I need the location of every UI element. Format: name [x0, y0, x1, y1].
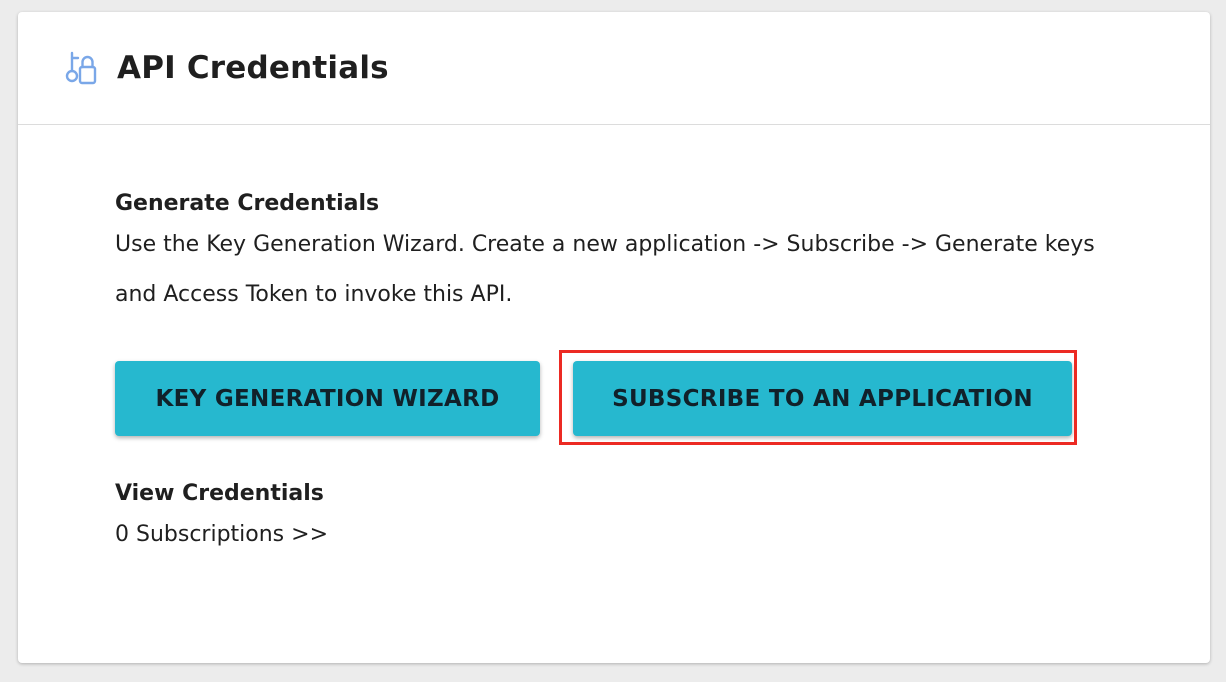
card-header: API Credentials: [18, 12, 1210, 125]
page-title: API Credentials: [117, 50, 389, 86]
subscriptions-link[interactable]: 0 Subscriptions >>: [115, 522, 328, 547]
generate-credentials-heading: Generate Credentials: [115, 191, 380, 216]
view-credentials-heading: View Credentials: [115, 481, 324, 506]
generate-credentials-description: Use the Key Generation Wizard. Create a …: [115, 232, 1095, 307]
api-credentials-card: API Credentials Generate Credentials Use…: [18, 12, 1210, 663]
subscribe-to-application-button[interactable]: SUBSCRIBE TO AN APPLICATION: [573, 361, 1072, 436]
key-generation-wizard-button[interactable]: KEY GENERATION WIZARD: [115, 361, 540, 436]
key-lock-icon: [64, 50, 98, 86]
